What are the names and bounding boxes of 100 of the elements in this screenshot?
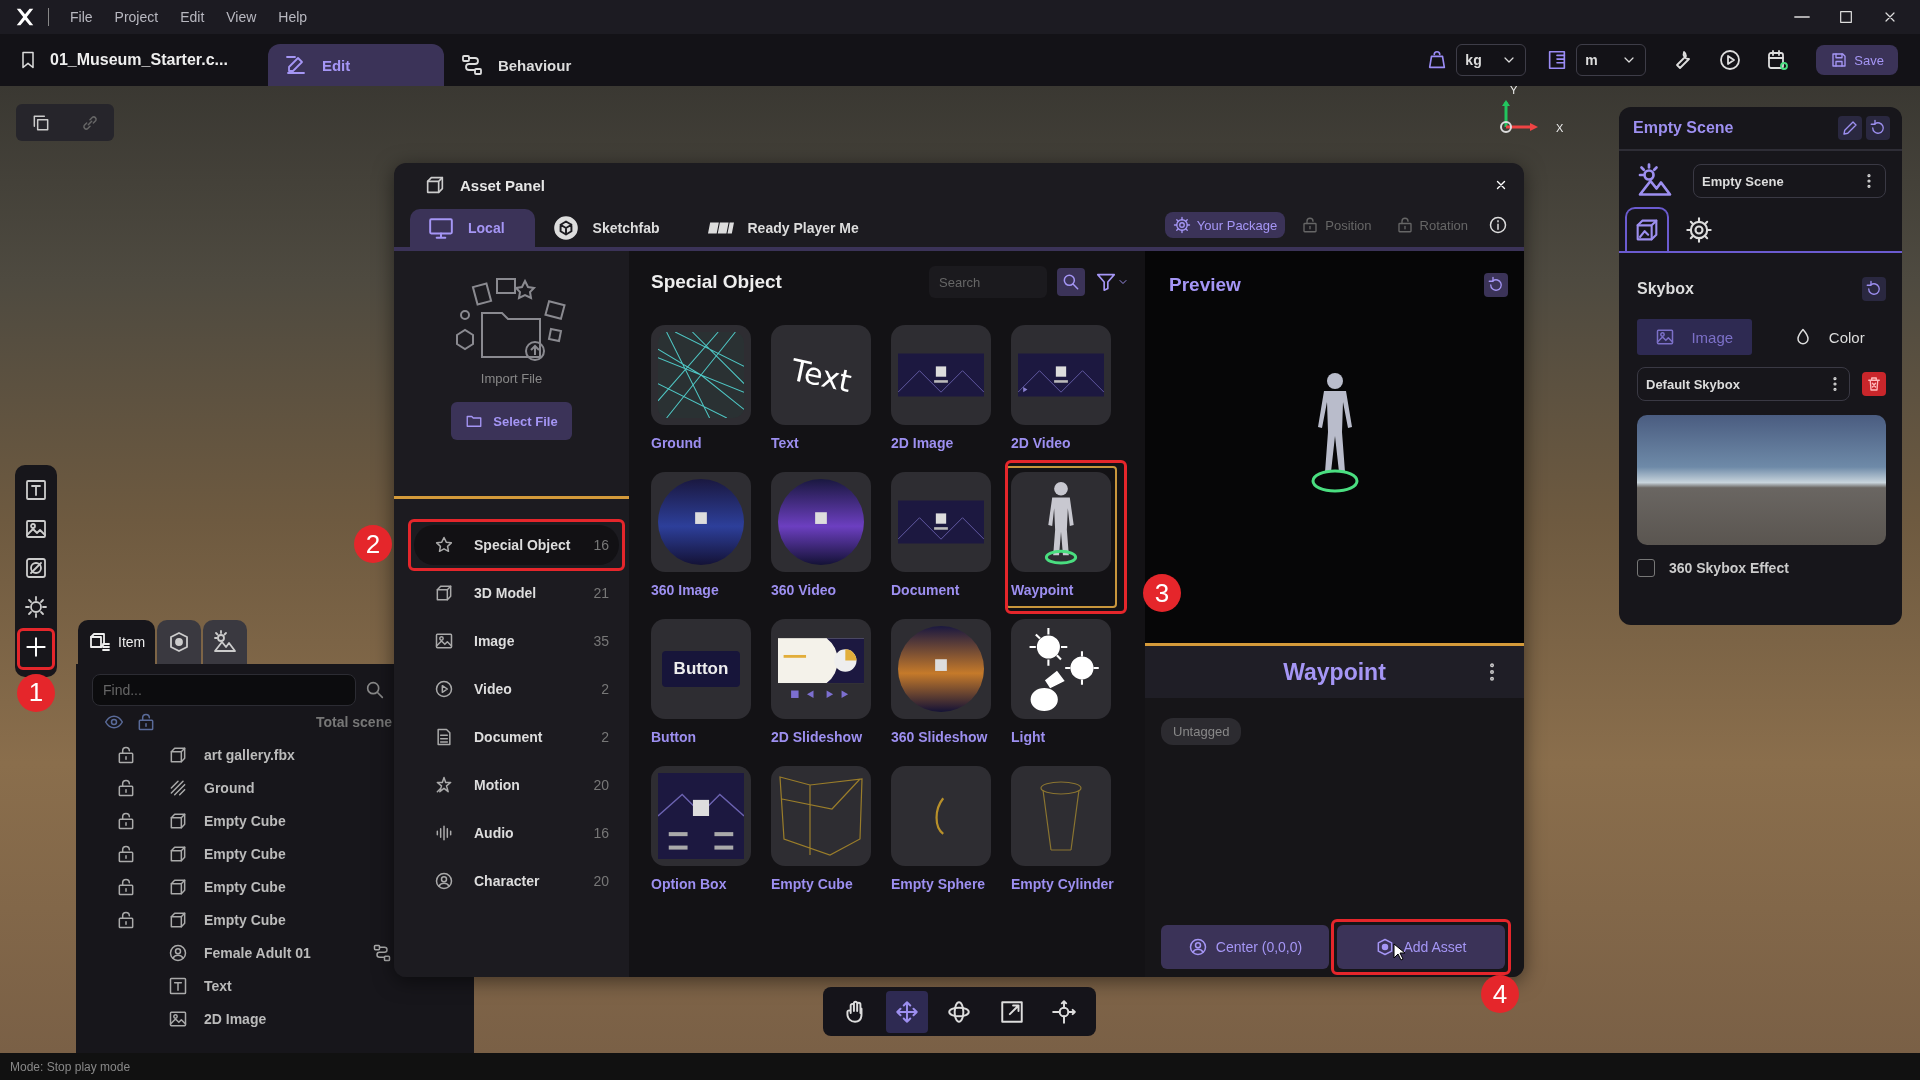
mode-tab[interactable]: Edit [267, 44, 444, 86]
lock-icon[interactable] [116, 843, 136, 864]
edit-button[interactable] [1838, 116, 1862, 140]
asset-tile[interactable]: Waypoint [1005, 466, 1117, 608]
reset-button[interactable] [1484, 273, 1508, 297]
add-asset-button[interactable]: Add Asset [1337, 925, 1505, 969]
search-field[interactable]: Search [929, 266, 1047, 298]
asset-tile[interactable]: 360 Slideshow [885, 613, 997, 755]
sun-mountain-icon [213, 630, 238, 654]
checkbox[interactable] [1637, 559, 1655, 577]
scene-dropdown[interactable]: Empty Scene [1693, 164, 1886, 198]
category-item[interactable]: Document 2 [414, 717, 619, 757]
save-button[interactable]: Save [1816, 45, 1898, 75]
search-button[interactable] [1057, 268, 1085, 296]
asset-tile[interactable]: Text Text [765, 319, 877, 461]
menu-item[interactable]: Help [269, 9, 317, 25]
asset-tile[interactable]: Ground [645, 319, 757, 461]
asset-tile[interactable]: Empty Cylinder [1005, 760, 1117, 902]
menu-item[interactable]: File [61, 9, 102, 25]
calendar-icon[interactable] [1766, 48, 1791, 72]
info-icon[interactable] [1488, 215, 1508, 235]
delete-button[interactable] [1862, 372, 1886, 396]
button-preview: Button [661, 651, 741, 687]
menu-item[interactable]: Edit [171, 9, 214, 25]
asset-tile[interactable]: 2D Slideshow [765, 613, 877, 755]
lock-icon[interactable] [136, 712, 156, 732]
asset-tile[interactable]: Empty Cube [765, 760, 877, 902]
scene-item[interactable]: art gallery.fbx [204, 746, 295, 763]
menu-item[interactable]: View [217, 9, 266, 25]
lock-icon[interactable] [116, 876, 136, 897]
lock-icon [1301, 216, 1320, 234]
asset-tile[interactable]: 2D Video [1005, 319, 1117, 461]
move-icon[interactable] [886, 990, 929, 1033]
category-label: Motion [474, 777, 520, 793]
scene-item[interactable]: Empty Cube [204, 911, 286, 928]
item-icon [88, 630, 112, 654]
item-tab[interactable]: Item [78, 620, 156, 664]
asset-tile[interactable]: 360 Video [765, 466, 877, 608]
category-item[interactable]: Image 35 [414, 621, 619, 661]
mode-option[interactable]: Color [1771, 319, 1886, 355]
lock-icon[interactable] [116, 810, 136, 831]
filter-button[interactable] [1095, 271, 1129, 293]
wireframe-cylinder-drawing [1039, 780, 1083, 852]
eye-icon[interactable] [104, 712, 124, 732]
category-count: 16 [593, 825, 609, 841]
unit-dropdown[interactable]: m [1576, 44, 1647, 76]
asset-tile[interactable]: Empty Sphere [885, 760, 997, 902]
asset-tile[interactable]: Option Box [645, 760, 757, 902]
skybox-tab[interactable] [1625, 207, 1669, 251]
axis-gizmo-drawing[interactable] [1500, 98, 1540, 134]
select-file-button[interactable]: Select File [451, 402, 572, 440]
reset-button[interactable] [1862, 277, 1886, 301]
asset-tile[interactable]: Light [1005, 613, 1117, 755]
scene-item[interactable]: Empty Cube [204, 878, 286, 895]
panel-tab[interactable] [157, 620, 202, 664]
highlight-frame [17, 627, 55, 670]
category-item[interactable]: Video 2 [414, 669, 619, 709]
asset-tile[interactable]: Button Button [645, 613, 757, 755]
scene-item[interactable]: Female Adult 01 [204, 944, 311, 961]
lock-icon[interactable] [116, 744, 136, 765]
flow-icon[interactable] [372, 942, 392, 963]
center-button[interactable]: Center (0,0,0) [1161, 925, 1329, 969]
unit-dropdown[interactable]: kg [1456, 44, 1527, 76]
category-count: 35 [593, 633, 609, 649]
scene-item[interactable]: 2D Image [204, 1010, 267, 1027]
scene-item[interactable]: Ground [204, 779, 255, 796]
category-item[interactable]: Character 20 [414, 861, 619, 901]
mode-tab[interactable]: Behaviour [443, 44, 620, 86]
text-tool-icon[interactable] [24, 478, 48, 503]
category-item[interactable]: Motion 20 [414, 765, 619, 805]
image-icon [1655, 327, 1676, 347]
lock-icon[interactable] [116, 777, 136, 798]
scene-item[interactable]: Text [204, 977, 232, 994]
reset-icon [1869, 119, 1887, 137]
scene-item[interactable]: Empty Cube [204, 812, 286, 829]
reset-button[interactable] [1866, 116, 1890, 140]
character-icon [1187, 937, 1208, 957]
source-tab[interactable]: Ready Player Me [689, 209, 889, 247]
category-item[interactable]: Special Object 16 [414, 525, 619, 565]
search-icon[interactable] [364, 679, 386, 701]
panel-tab[interactable] [203, 620, 248, 664]
category-count: 16 [593, 537, 609, 553]
close-icon[interactable] [1494, 178, 1508, 192]
skybox-dropdown[interactable]: Default Skybox [1637, 367, 1850, 401]
lock-icon[interactable] [116, 909, 136, 930]
find-field[interactable]: Find... [92, 674, 356, 706]
category-item[interactable]: Audio 16 [414, 813, 619, 853]
category-item[interactable]: 3D Model 21 [414, 573, 619, 613]
asset-tile[interactable]: Document [885, 466, 997, 608]
play-icon[interactable] [1718, 48, 1743, 72]
toggle-button[interactable]: Your Package [1164, 212, 1286, 238]
scene-item[interactable]: Empty Cube [204, 845, 286, 862]
menu-item[interactable]: Project [105, 9, 168, 25]
asset-tile[interactable]: 2D Image [885, 319, 997, 461]
source-tab[interactable]: Sketchfab [534, 209, 690, 247]
source-tab[interactable]: Local [410, 209, 535, 247]
app-logo-icon [14, 6, 36, 28]
asset-tile[interactable]: 360 Image [645, 466, 757, 608]
tag-chip[interactable]: Untagged [1161, 718, 1242, 745]
sun-icon[interactable] [24, 594, 48, 619]
